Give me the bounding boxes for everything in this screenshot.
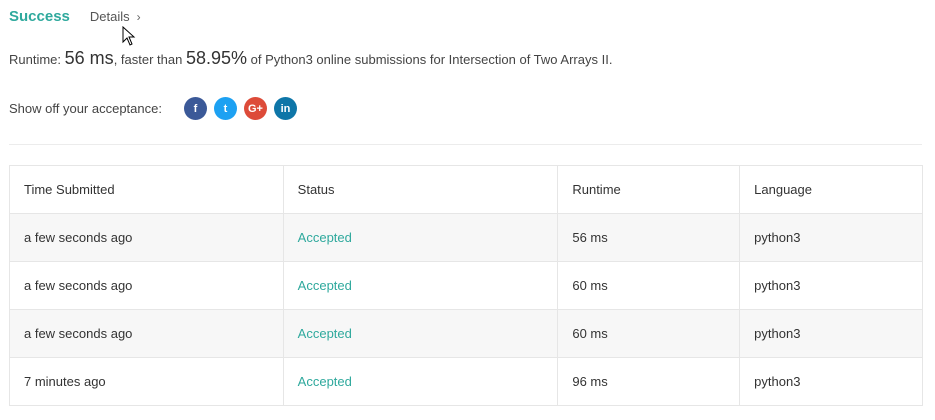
runtime-percentile: 58.95% [185,48,248,68]
runtime-value: 56 ms [64,48,114,68]
cell-runtime: 60 ms [557,309,741,358]
column-header-status[interactable]: Status [282,165,559,214]
social-buttons: f t G+ in [183,97,304,120]
divider [9,144,922,145]
cell-time: a few seconds ago [9,309,284,358]
cell-time: a few seconds ago [9,261,284,310]
result-header: Success Details › [9,8,141,25]
table-row: 7 minutes ago Accepted 96 ms python3 [9,357,923,406]
cell-language: python3 [739,357,923,406]
table-header-row: Time Submitted Status Runtime Language [9,165,923,214]
table-row: a few seconds ago Accepted 56 ms python3 [9,213,923,262]
table-row: a few seconds ago Accepted 60 ms python3 [9,261,923,310]
cell-status-link[interactable]: Accepted [282,213,559,262]
runtime-summary: Runtime: 56 ms, faster than 58.95% of Py… [9,48,612,69]
share-section: Show off your acceptance: f t G+ in [9,97,304,120]
cell-language: python3 [739,309,923,358]
share-label: Show off your acceptance: [9,101,162,116]
column-header-runtime[interactable]: Runtime [557,165,741,214]
google-plus-icon[interactable]: G+ [243,97,267,120]
runtime-prefix: Runtime: [9,52,62,67]
cell-language: python3 [739,261,923,310]
linkedin-icon[interactable]: in [273,97,297,120]
status-title: Success [9,8,70,25]
facebook-icon[interactable]: f [183,97,207,120]
cell-status-link[interactable]: Accepted [282,261,559,310]
cell-status-link[interactable]: Accepted [282,309,559,358]
chevron-right-icon: › [136,9,141,24]
runtime-middle: , faster than [113,52,183,67]
details-label: Details [89,9,130,24]
cell-time: 7 minutes ago [9,357,284,406]
cell-runtime: 96 ms [557,357,741,406]
twitter-icon[interactable]: t [213,97,237,120]
column-header-time[interactable]: Time Submitted [9,165,284,214]
cell-runtime: 60 ms [557,261,741,310]
table-row: a few seconds ago Accepted 60 ms python3 [9,309,923,358]
cell-runtime: 56 ms [557,213,741,262]
details-link[interactable]: Details › [90,9,141,24]
submissions-table: Time Submitted Status Runtime Language a… [9,165,923,406]
cell-time: a few seconds ago [9,213,284,262]
column-header-language[interactable]: Language [739,165,923,214]
runtime-suffix: of Python3 online submissions for Inters… [250,52,613,67]
mouse-cursor-icon [122,26,136,46]
cell-language: python3 [739,213,923,262]
cell-status-link[interactable]: Accepted [282,357,559,406]
